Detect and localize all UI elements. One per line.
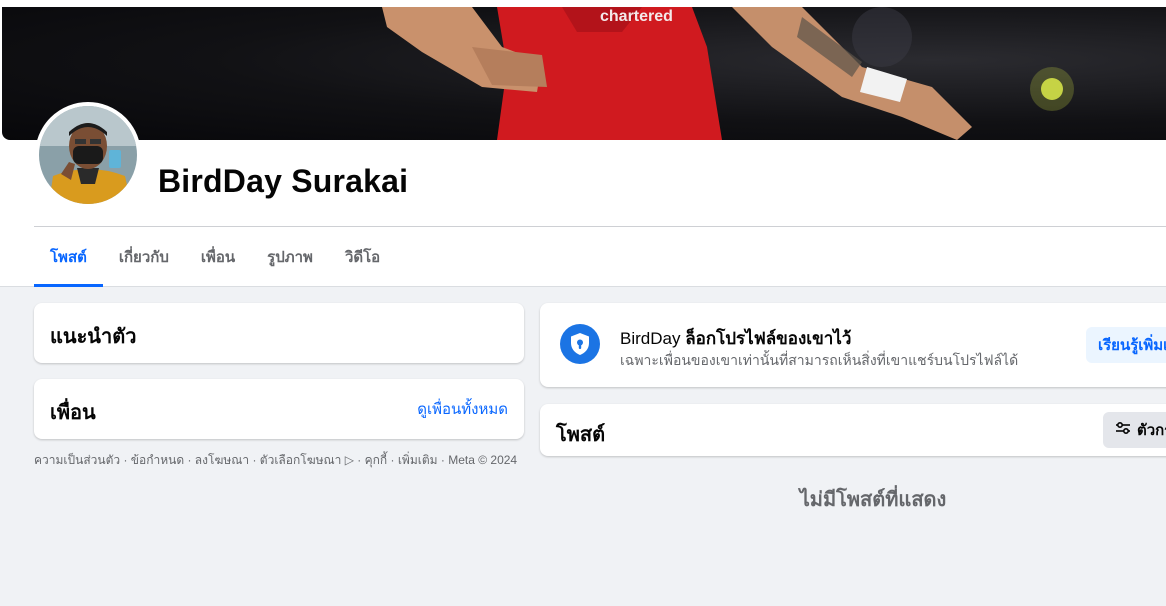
no-posts-message: ไม่มีโพสต์ที่แสดง — [799, 489, 947, 511]
lock-notice-title: BirdDay ล็อกโปรไฟล์ของเขาไว้ — [620, 325, 851, 352]
lock-notice-description: เฉพาะเพื่อนของเขาเท่านั้นที่สามารถเห็นสิ… — [620, 352, 1019, 368]
posts-header-card: โพสต์ ตัวกรอง — [540, 404, 1166, 456]
tab-friends[interactable]: เพื่อน — [185, 227, 251, 287]
lock-notice-name: BirdDay — [620, 329, 681, 348]
intro-title: แนะนำตัว — [50, 326, 137, 348]
learn-more-button[interactable]: เรียนรู้เพิ่มเติม — [1086, 327, 1166, 363]
tab-photos[interactable]: รูปภาพ — [251, 227, 329, 287]
profile-name: BirdDay Surakai — [158, 163, 409, 199]
svg-text:chartered: chartered — [600, 8, 673, 25]
tab-posts[interactable]: โพสต์ — [34, 227, 103, 287]
tab-videos[interactable]: วิดีโอ — [329, 227, 396, 287]
friends-card: เพื่อน ดูเพื่อนทั้งหมด — [34, 379, 524, 439]
footer-links[interactable]: ความเป็นส่วนตัว · ข้อกำหนด · ลงโฆษณา · ต… — [34, 452, 524, 468]
filter-sliders-icon — [1115, 421, 1131, 439]
cover-photo[interactable]: chartered — [2, 7, 1166, 140]
shield-lock-icon — [560, 324, 600, 364]
tab-about[interactable]: เกี่ยวกับ — [103, 227, 185, 287]
filters-button-label: ตัวกรอง — [1137, 422, 1166, 439]
profile-lock-notice: BirdDay ล็อกโปรไฟล์ของเขาไว้ เฉพาะเพื่อน… — [540, 303, 1166, 387]
posts-title: โพสต์ — [556, 424, 606, 446]
profile-tabs: โพสต์ เกี่ยวกับ เพื่อน รูปภาพ วิดีโอ — [34, 227, 396, 287]
intro-card: แนะนำตัว — [34, 303, 524, 363]
lock-notice-title-rest: ล็อกโปรไฟล์ของเขาไว้ — [685, 329, 852, 348]
profile-avatar[interactable] — [35, 102, 141, 208]
filters-button[interactable]: ตัวกรอง — [1103, 412, 1166, 448]
friends-title: เพื่อน — [50, 402, 96, 424]
see-all-friends-link[interactable]: ดูเพื่อนทั้งหมด — [417, 397, 508, 421]
